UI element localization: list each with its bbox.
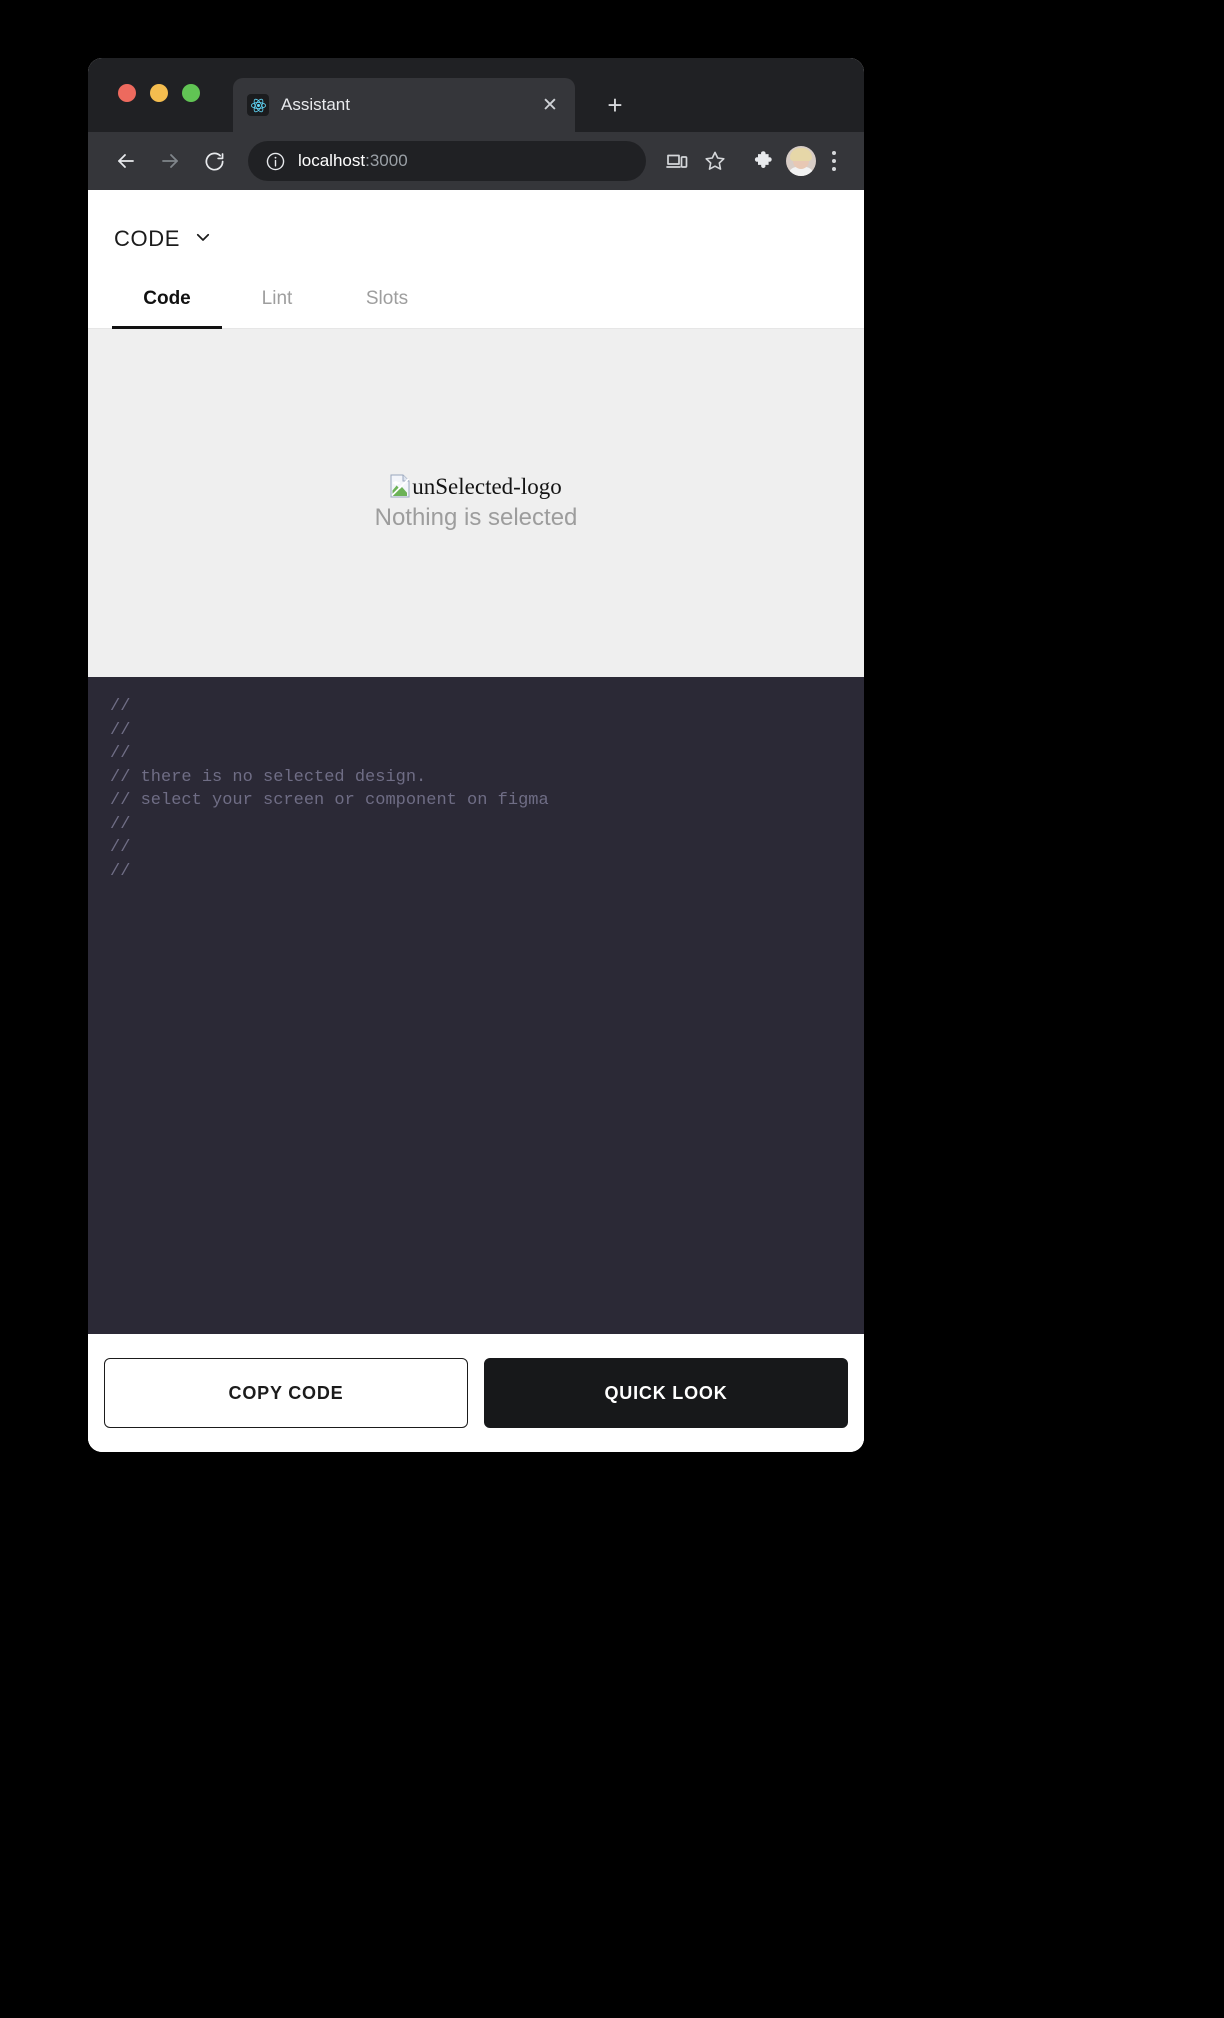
unselected-logo-image: unSelected-logo: [390, 473, 562, 499]
app-header: CODE: [88, 190, 864, 254]
copy-code-button[interactable]: COPY CODE: [104, 1358, 468, 1428]
info-circle-icon[interactable]: [264, 150, 286, 172]
reload-icon[interactable]: [194, 141, 234, 181]
address-bar-url: localhost:3000: [298, 151, 632, 171]
url-host: localhost: [298, 151, 366, 170]
app-tabs: Code Lint Slots: [88, 276, 864, 329]
three-dots-icon[interactable]: [820, 144, 848, 178]
code-line: //: [110, 814, 131, 834]
browser-tab-title: Assistant: [281, 95, 350, 114]
puzzle-piece-icon[interactable]: [748, 144, 782, 178]
quick-look-button[interactable]: QUICK LOOK: [484, 1358, 848, 1428]
page-content: CODE Code Lint Slots unSelected-logo Not…: [88, 190, 864, 1452]
window-close-button[interactable]: [118, 84, 136, 102]
menu-dot: [832, 159, 836, 163]
avatar-hair: [790, 148, 812, 161]
mode-dropdown-label: CODE: [114, 226, 180, 251]
star-icon[interactable]: [698, 144, 732, 178]
preview-pane: unSelected-logo Nothing is selected: [88, 329, 864, 677]
close-icon[interactable]: ✕: [537, 92, 563, 118]
code-line: //: [110, 744, 131, 763]
actions-bar: COPY CODE QUICK LOOK: [88, 1334, 864, 1452]
code-pane[interactable]: // // // // there is no selected design.…: [88, 677, 864, 1334]
chevron-down-icon: [194, 228, 212, 251]
arrow-right-icon[interactable]: [150, 141, 190, 181]
window-maximize-button[interactable]: [182, 84, 200, 102]
code-line: //: [110, 720, 131, 740]
mode-dropdown[interactable]: CODE: [112, 224, 214, 254]
unselected-logo-alt-text: unSelected-logo: [412, 473, 562, 499]
cast-device-icon[interactable]: [660, 144, 694, 178]
browser-toolbar: localhost:3000: [88, 132, 864, 190]
browser-window: Assistant ✕ + localhost:3000 CODE Code L…: [88, 58, 864, 1452]
profile-avatar[interactable]: [786, 146, 816, 176]
tab-lint[interactable]: Lint: [222, 276, 332, 329]
browser-tab-assistant[interactable]: Assistant ✕: [233, 78, 575, 132]
nothing-selected-text: Nothing is selected: [374, 504, 578, 531]
code-line: // there is no selected design.: [110, 767, 427, 787]
react-logo-icon: [247, 94, 269, 116]
code-line: //: [110, 838, 131, 857]
address-bar[interactable]: localhost:3000: [248, 141, 646, 181]
menu-dot: [832, 151, 836, 155]
menu-dot: [832, 167, 836, 171]
new-tab-button[interactable]: +: [596, 86, 634, 124]
broken-image-icon: [390, 474, 410, 498]
window-traffic-lights: [118, 84, 200, 102]
code-line: //: [110, 697, 131, 716]
tab-slots[interactable]: Slots: [332, 276, 442, 329]
window-minimize-button[interactable]: [150, 84, 168, 102]
browser-tab-strip: Assistant ✕ +: [88, 58, 864, 132]
url-port: :3000: [365, 151, 408, 170]
code-line: //: [110, 861, 131, 881]
tab-code[interactable]: Code: [112, 276, 222, 329]
code-line: // select your screen or component on fi…: [110, 791, 549, 810]
arrow-left-icon[interactable]: [106, 141, 146, 181]
